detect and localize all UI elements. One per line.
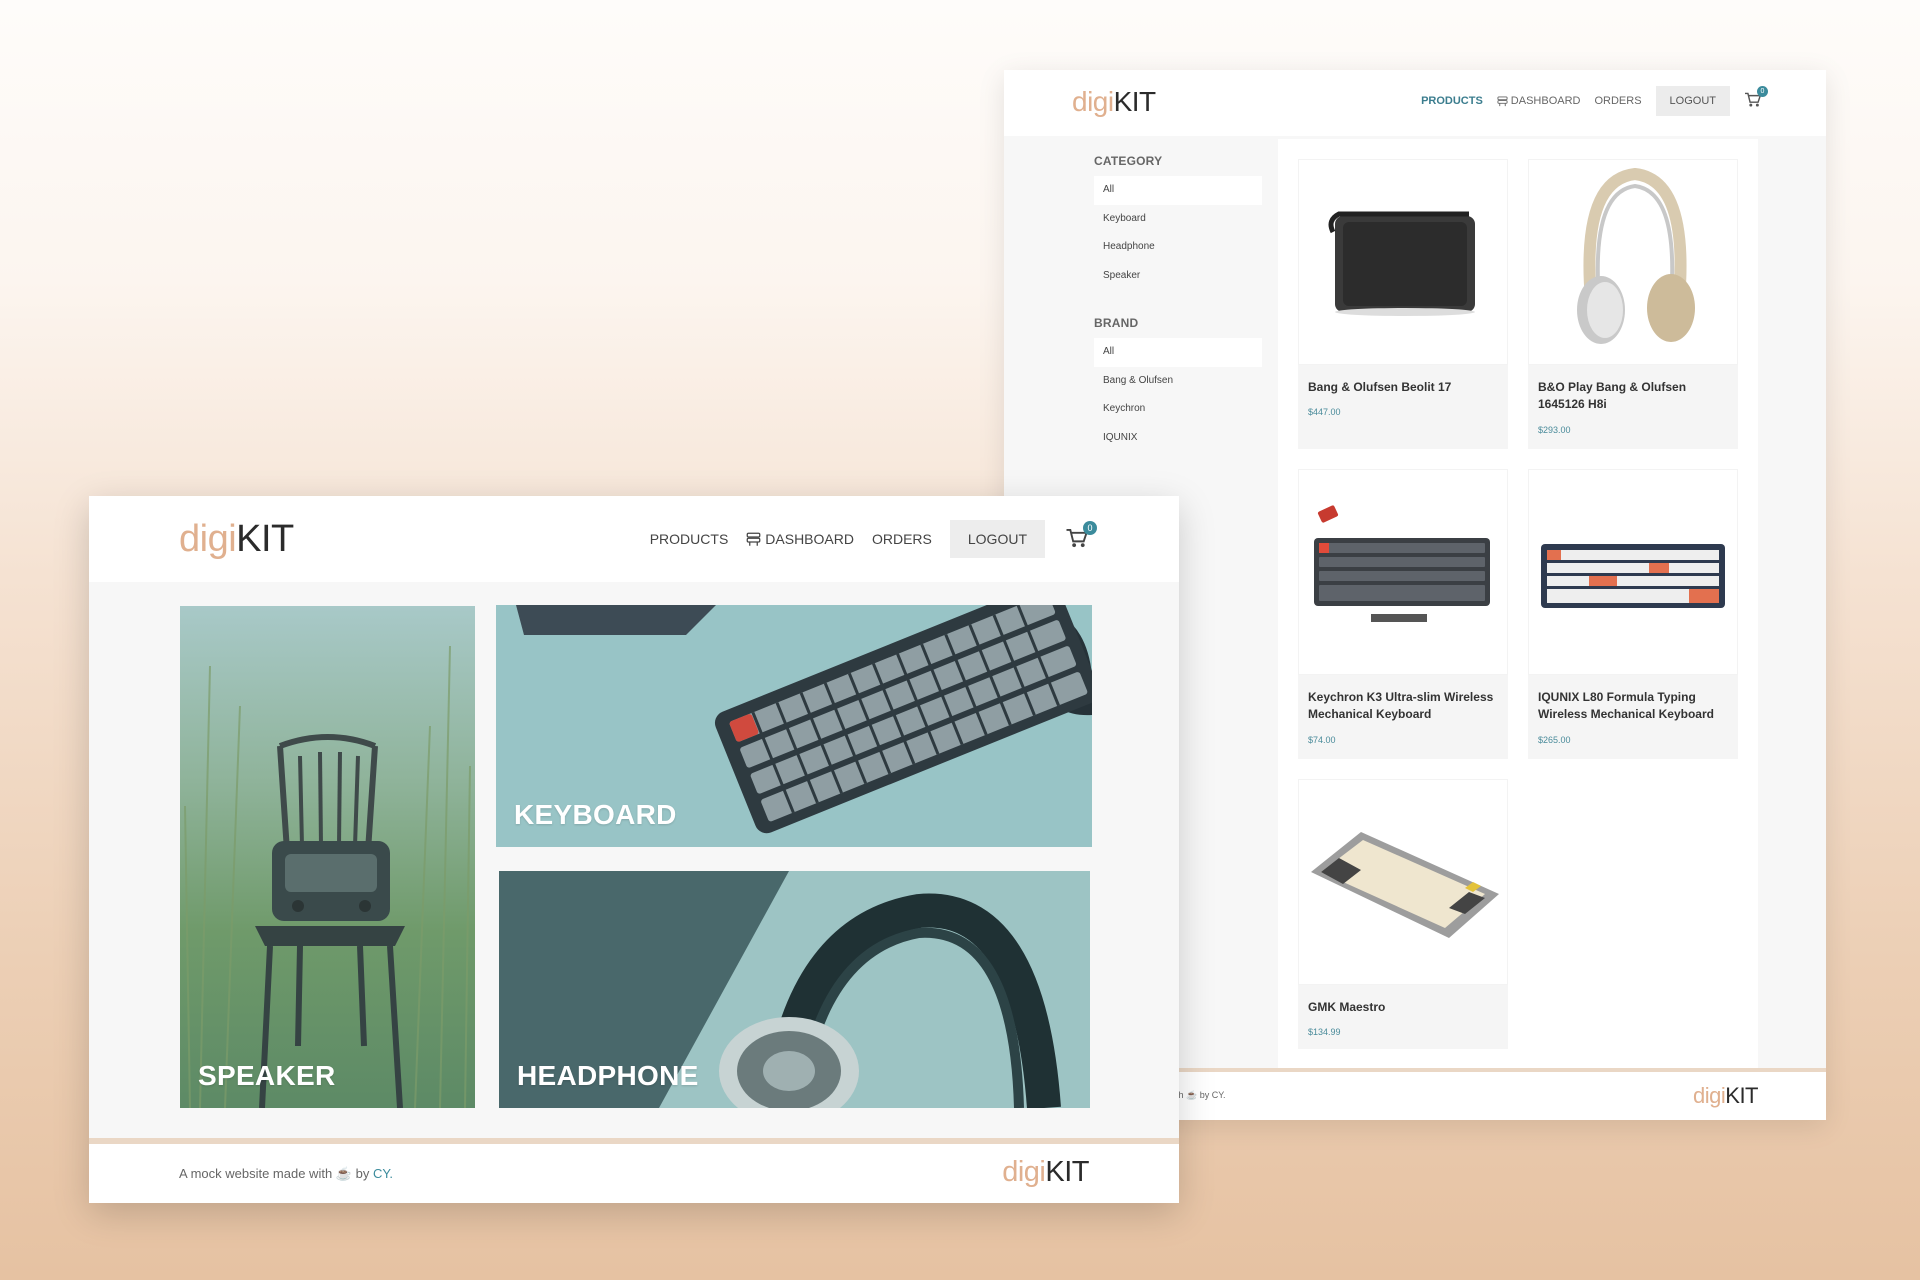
nav-orders-link[interactable]: ORDERS [872, 531, 932, 547]
logout-button[interactable]: LOGOUT [1655, 86, 1730, 116]
tile-label: HEADPHONE [517, 1060, 699, 1091]
filter-sidebar: CATEGORY All Keyboard Headphone Speaker … [1094, 154, 1262, 452]
product-price: $134.99 [1308, 1027, 1341, 1037]
category-option-speaker[interactable]: Speaker [1094, 262, 1262, 291]
category-tile-keyboard[interactable]: KEYBOARD [496, 605, 1092, 847]
category-option-keyboard[interactable]: Keyboard [1094, 205, 1262, 234]
nav-dashboard-link[interactable]: DASHBOARD [746, 531, 854, 547]
nav-orders-link[interactable]: ORDERS [1594, 95, 1641, 107]
site-logo[interactable]: digiKIT [1072, 86, 1156, 118]
top-nav: PRODUCTS DASHBOARD ORDERS LOGOUT 0 [650, 520, 1097, 558]
logo-kit: KIT [1113, 86, 1157, 117]
product-image [1298, 469, 1508, 675]
cart-count-badge: 0 [1757, 86, 1768, 97]
product-card[interactable]: B&O Play Bang & Olufsen 1645126 H8i $293… [1528, 159, 1738, 449]
product-price: $293.00 [1538, 425, 1571, 435]
top-nav: PRODUCTS DASHBOARD ORDERS LOGOUT 0 [1421, 86, 1768, 116]
category-tile-headphone[interactable]: HEADPHONE [499, 871, 1090, 1108]
brand-option-iqunix[interactable]: IQUNIX [1094, 424, 1262, 453]
product-card[interactable]: IQUNIX L80 Formula Typing Wireless Mecha… [1528, 469, 1738, 759]
product-price: $74.00 [1308, 735, 1336, 745]
logo-kit: KIT [236, 518, 294, 560]
home-page-footer: A mock website made with ☕ by CY. digiKI… [89, 1138, 1179, 1203]
nav-dashboard-label: DASHBOARD [765, 531, 854, 547]
logo-kit: KIT [1045, 1156, 1089, 1188]
logo-digi: digi [1002, 1156, 1046, 1188]
footer-logo[interactable]: digiKIT [1693, 1083, 1758, 1109]
nav-dashboard-link[interactable]: DASHBOARD [1497, 95, 1581, 107]
database-icon [1497, 95, 1508, 106]
speaker-image [1328, 211, 1475, 316]
nav-products-link[interactable]: PRODUCTS [650, 531, 729, 547]
product-image [1298, 779, 1508, 985]
logo-digi: digi [179, 518, 237, 560]
headphone-image [1577, 167, 1695, 344]
brand-option-bang-olufsen[interactable]: Bang & Olufsen [1094, 367, 1262, 396]
home-page-window: digiKIT PRODUCTS DASHBOARD ORDERS LOGOUT… [89, 496, 1179, 1203]
tile-label: KEYBOARD [514, 799, 677, 830]
products-page-header: digiKIT PRODUCTS DASHBOARD ORDERS LOGOUT… [1004, 70, 1826, 136]
nav-dashboard-label: DASHBOARD [1510, 95, 1581, 107]
category-title: CATEGORY [1094, 154, 1163, 168]
product-name[interactable]: IQUNIX L80 Formula Typing Wireless Mecha… [1538, 689, 1730, 723]
category-option-headphone[interactable]: Headphone [1094, 233, 1262, 262]
cart-count-badge: 0 [1083, 521, 1097, 535]
logo-kit: KIT [1725, 1083, 1758, 1108]
database-icon [746, 532, 761, 546]
product-card[interactable]: Bang & Olufsen Beolit 17 $447.00 [1298, 159, 1508, 449]
footer-logo[interactable]: digiKIT [1002, 1156, 1089, 1189]
product-image [1528, 469, 1738, 675]
product-name[interactable]: Keychron K3 Ultra-slim Wireless Mechanic… [1308, 689, 1500, 723]
keyboard-image [1541, 544, 1725, 608]
nav-products-link[interactable]: PRODUCTS [1421, 95, 1483, 107]
product-name[interactable]: GMK Maestro [1308, 999, 1500, 1016]
product-card[interactable]: Keychron K3 Ultra-slim Wireless Mechanic… [1298, 469, 1508, 759]
speaker-photo [184, 645, 471, 1108]
footer-credit-text: A mock website made with ☕ by [179, 1166, 373, 1181]
product-card[interactable]: GMK Maestro $134.99 [1298, 779, 1508, 1049]
home-page-header: digiKIT PRODUCTS DASHBOARD ORDERS LOGOUT… [89, 496, 1179, 582]
logo-digi: digi [1072, 86, 1114, 117]
author-link[interactable]: CY. [373, 1166, 393, 1181]
site-logo[interactable]: digiKIT [179, 518, 294, 561]
product-price: $265.00 [1538, 735, 1571, 745]
product-price: $447.00 [1308, 407, 1341, 417]
cart-button[interactable]: 0 [1065, 521, 1097, 550]
keyboard-image [1311, 832, 1499, 938]
product-image [1528, 159, 1738, 365]
product-grid: Bang & Olufsen Beolit 17 $447.00 B&O Pla… [1278, 139, 1758, 1069]
brand-title: BRAND [1094, 316, 1139, 330]
cart-button[interactable]: 0 [1744, 86, 1768, 110]
footer-credit: A mock website made with ☕ by CY. [179, 1166, 393, 1182]
keyboard-image [1314, 505, 1490, 622]
product-name[interactable]: B&O Play Bang & Olufsen 1645126 H8i [1538, 379, 1730, 413]
product-image [1298, 159, 1508, 365]
category-tile-speaker[interactable]: SPEAKER [180, 606, 475, 1108]
product-name[interactable]: Bang & Olufsen Beolit 17 [1308, 379, 1500, 396]
tile-label: SPEAKER [198, 1060, 336, 1091]
brand-option-keychron[interactable]: Keychron [1094, 395, 1262, 424]
logout-button[interactable]: LOGOUT [949, 520, 1045, 558]
brand-option-all[interactable]: All [1094, 338, 1262, 367]
category-option-all[interactable]: All [1094, 176, 1262, 205]
logo-digi: digi [1693, 1083, 1726, 1108]
footer-credit: ith ☕ by CY. [1174, 1090, 1226, 1100]
